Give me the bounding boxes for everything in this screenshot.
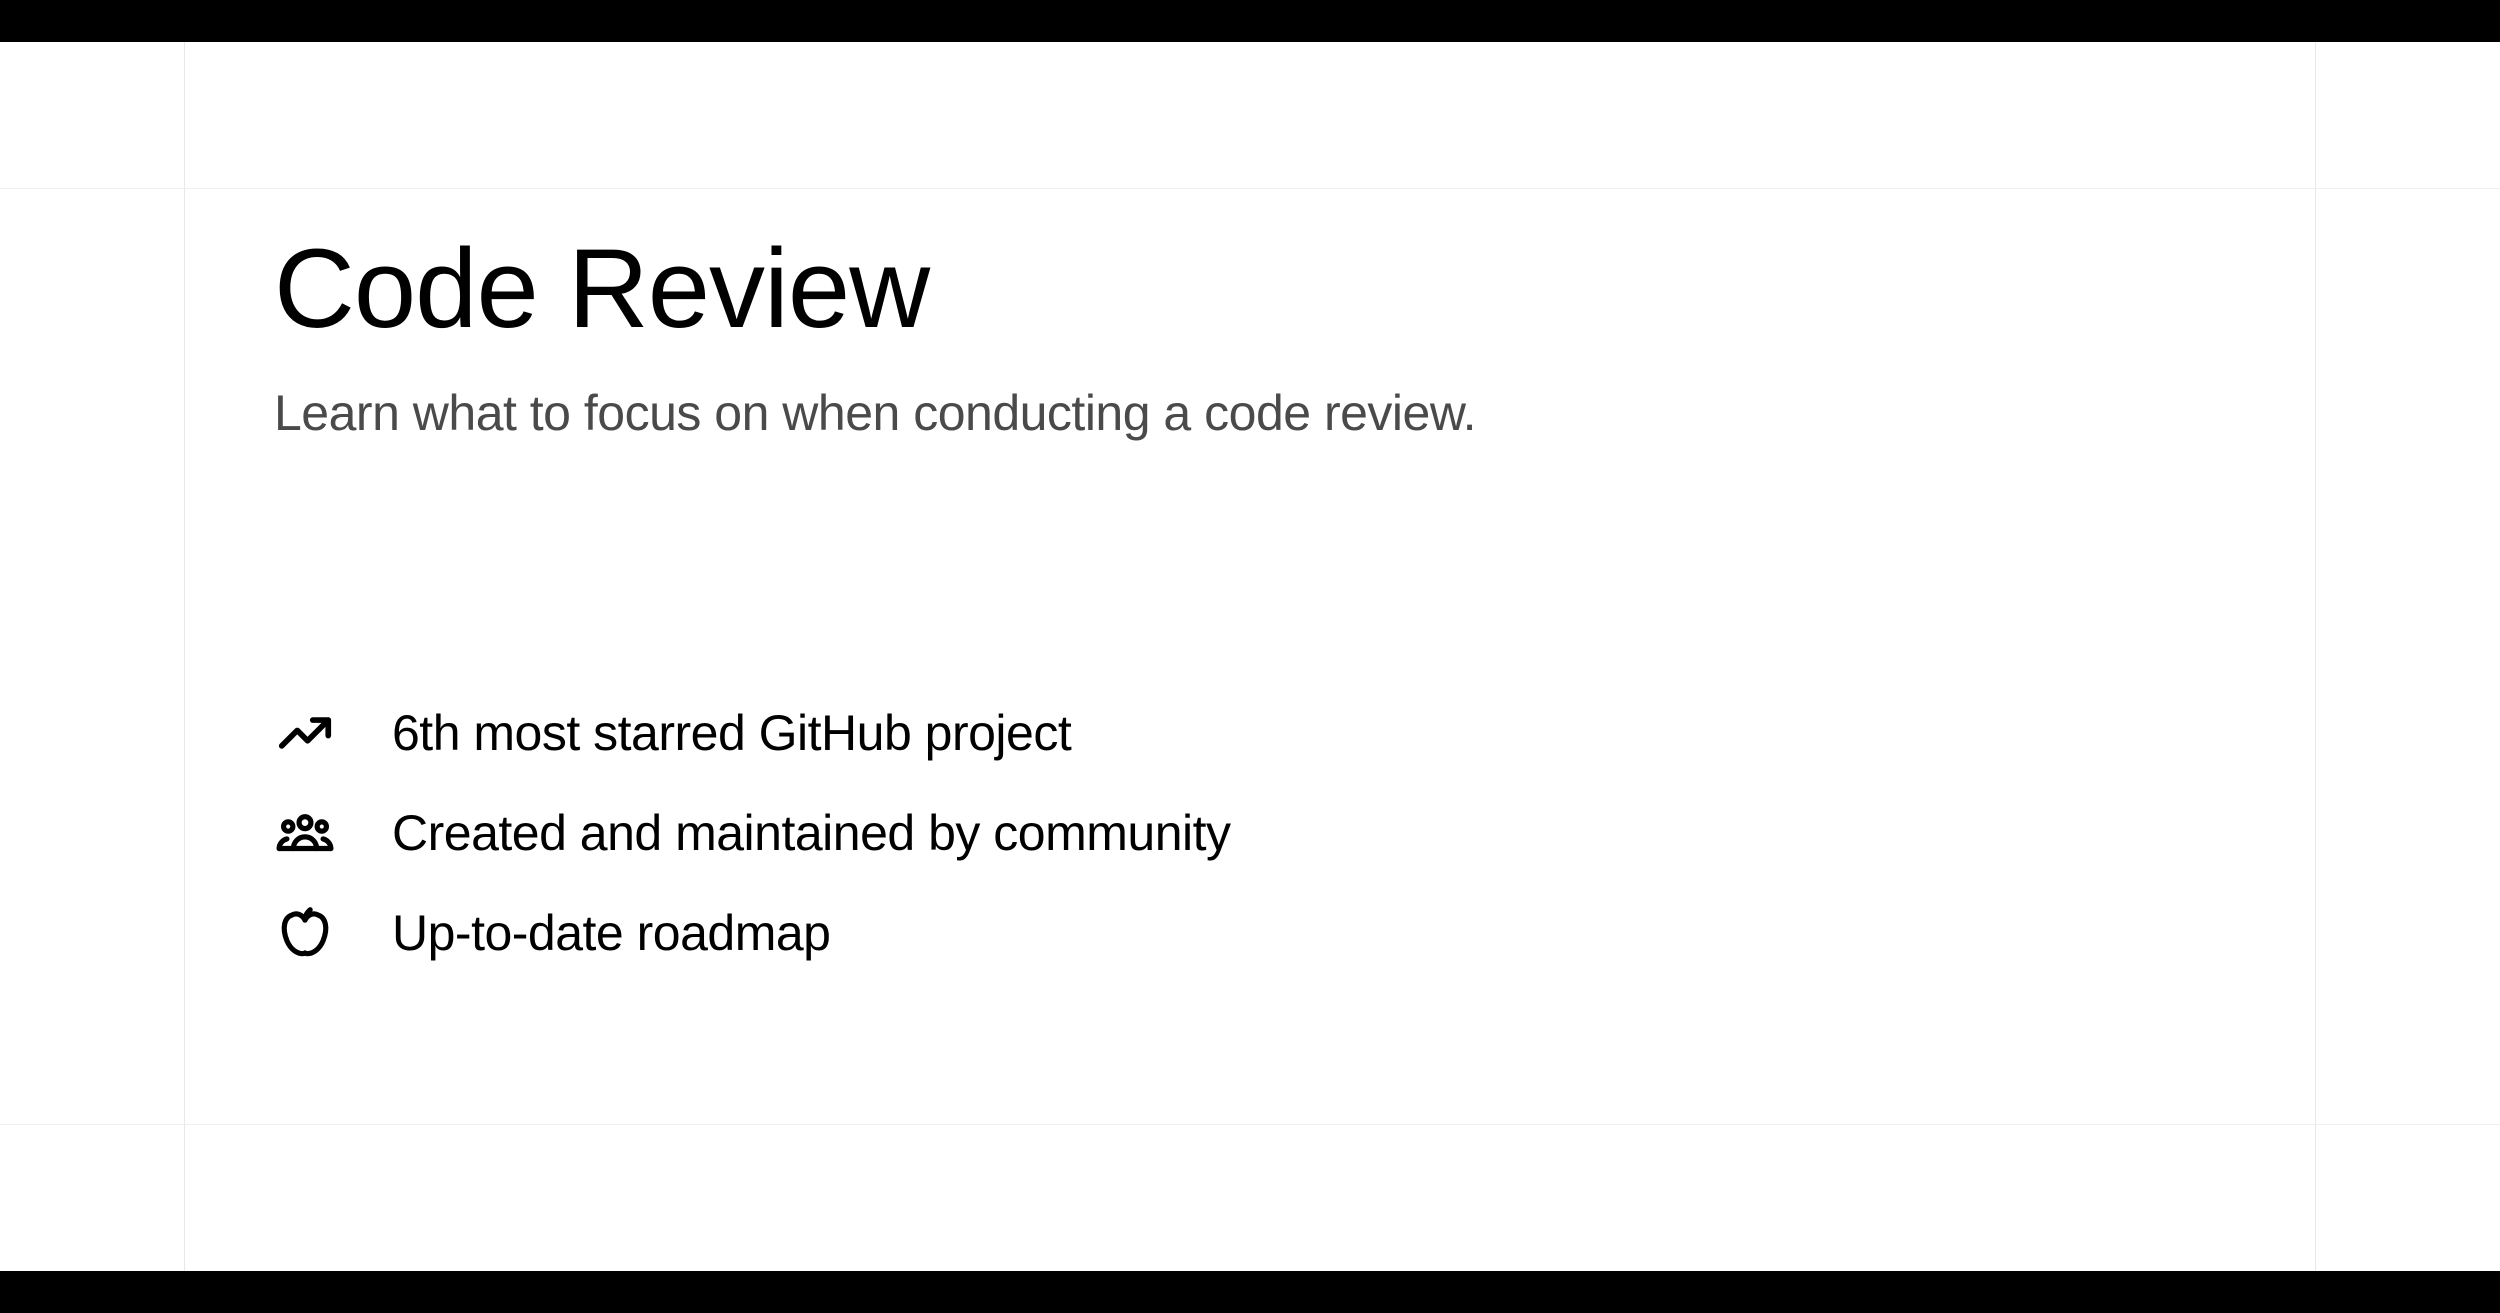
letterbox-bottom xyxy=(0,1271,2500,1313)
trend-icon xyxy=(274,702,336,764)
feature-text: Created and maintained by community xyxy=(392,804,1231,862)
feature-row: Created and maintained by community xyxy=(274,802,2174,864)
feature-list: 6th most starred GitHub project Created … xyxy=(274,702,2174,964)
main-content: Code Review Learn what to focus on when … xyxy=(274,222,2174,1002)
feature-row: Up-to-date roadmap xyxy=(274,902,2174,964)
letterbox-top xyxy=(0,0,2500,42)
content-wrapper: Code Review Learn what to focus on when … xyxy=(0,42,2500,1271)
guide-line-top xyxy=(0,188,2500,189)
feature-text: 6th most starred GitHub project xyxy=(392,704,1071,762)
apple-icon xyxy=(274,902,336,964)
feature-text: Up-to-date roadmap xyxy=(392,904,830,962)
page-title: Code Review xyxy=(274,222,2174,356)
page-subtitle: Learn what to focus on when conducting a… xyxy=(274,384,2174,442)
feature-row: 6th most starred GitHub project xyxy=(274,702,2174,764)
guide-line-left xyxy=(184,42,185,1271)
people-icon xyxy=(274,802,336,864)
guide-line-right xyxy=(2315,42,2316,1271)
guide-line-bottom xyxy=(0,1124,2500,1125)
